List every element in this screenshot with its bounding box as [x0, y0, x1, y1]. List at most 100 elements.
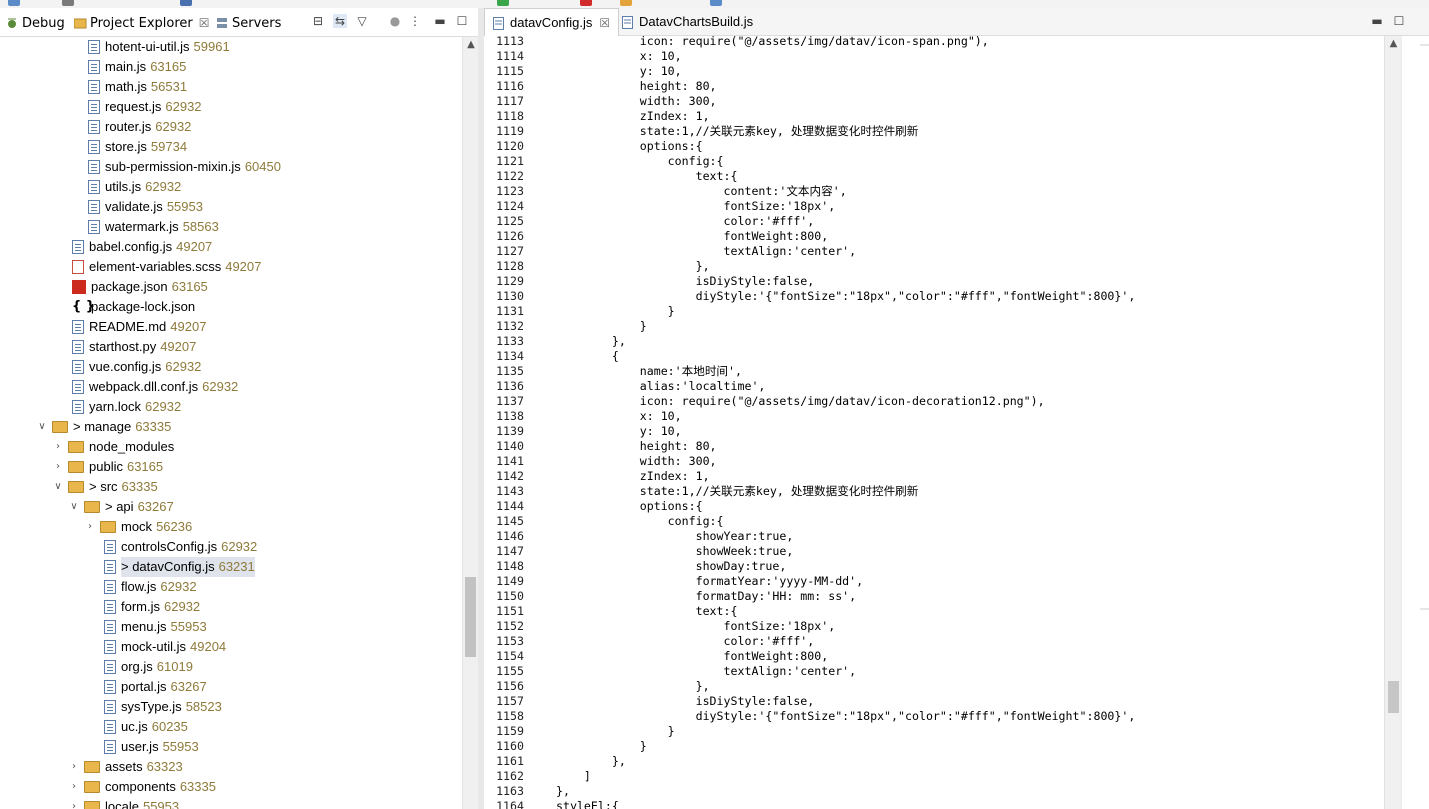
code-line[interactable]: 1129 isDiyStyle:false, — [484, 274, 814, 289]
code-line[interactable]: 1161 }, — [484, 754, 626, 769]
code-line[interactable]: 1128 }, — [484, 259, 709, 274]
code-line[interactable]: 1156 }, — [484, 679, 709, 694]
editor-scrollbar[interactable]: ▲ — [1384, 36, 1401, 809]
tree-item[interactable]: form.js 62932 — [104, 597, 200, 617]
code-line[interactable]: 1146 showYear:true, — [484, 529, 793, 544]
code-line[interactable]: 1117 width: 300, — [484, 94, 716, 109]
collapsed-twistie-icon[interactable]: › — [68, 757, 80, 777]
code-line[interactable]: 1115 y: 10, — [484, 64, 682, 79]
tree-item[interactable]: package.json 63165 — [72, 277, 208, 297]
toolbar-button[interactable] — [62, 0, 74, 6]
scroll-up-icon[interactable]: ▲ — [463, 39, 478, 50]
expanded-twistie-icon[interactable]: ∨ — [36, 417, 48, 437]
code-line[interactable]: 1113 icon: require("@/assets/img/datav/i… — [484, 36, 989, 49]
overview-ruler[interactable] — [1401, 36, 1429, 809]
tab-project-explorer[interactable]: Project Explorer ☒ — [73, 14, 210, 32]
tree-item[interactable]: > datavConfig.js 63231 — [104, 557, 255, 577]
tree-item[interactable]: user.js 55953 — [104, 737, 199, 757]
toolbar-button[interactable] — [8, 0, 20, 6]
tree-item[interactable]: › public 63165 — [52, 457, 163, 477]
code-line[interactable]: 1162 ] — [484, 769, 591, 784]
code-line[interactable]: 1131 } — [484, 304, 675, 319]
toolbar-button[interactable] — [180, 0, 192, 6]
code-line[interactable]: 1139 y: 10, — [484, 424, 682, 439]
tree-item[interactable]: flow.js 62932 — [104, 577, 197, 597]
link-with-editor-icon[interactable]: ⇆ — [333, 14, 347, 28]
code-line[interactable]: 1116 height: 80, — [484, 79, 716, 94]
code-line[interactable]: 1145 config:{ — [484, 514, 723, 529]
expanded-twistie-icon[interactable]: ∨ — [52, 477, 64, 497]
tree-item[interactable]: › node_modules — [52, 437, 174, 457]
close-icon[interactable]: ☒ — [599, 16, 610, 30]
tree-item[interactable]: validate.js 55953 — [88, 197, 203, 217]
code-line[interactable]: 1158 diyStyle:'{"fontSize":"18px","color… — [484, 709, 1135, 724]
code-line[interactable]: 1144 options:{ — [484, 499, 703, 514]
tree-item[interactable]: ∨ > api 63267 — [68, 497, 173, 517]
code-line[interactable]: 1122 text:{ — [484, 169, 737, 184]
tab-datavchartsbuild[interactable]: DatavChartsBuild.js — [614, 8, 761, 35]
collapsed-twistie-icon[interactable]: › — [52, 457, 64, 477]
code-area[interactable]: 1113 icon: require("@/assets/img/datav/i… — [484, 36, 1384, 809]
tree-item[interactable]: store.js 59734 — [88, 137, 187, 157]
tree-item[interactable]: mock-util.js 49204 — [104, 637, 226, 657]
tab-datavconfig[interactable]: datavConfig.js ☒ — [484, 8, 620, 36]
tree-item[interactable]: router.js 62932 — [88, 117, 191, 137]
code-line[interactable]: 1127 textAlign:'center', — [484, 244, 856, 259]
code-line[interactable]: 1132 } — [484, 319, 647, 334]
tree-item[interactable]: webpack.dll.conf.js 62932 — [72, 377, 238, 397]
code-line[interactable]: 1157 isDiyStyle:false, — [484, 694, 814, 709]
code-line[interactable]: 1154 fontWeight:800, — [484, 649, 828, 664]
code-line[interactable]: 1141 width: 300, — [484, 454, 716, 469]
tree-item[interactable]: org.js 61019 — [104, 657, 193, 677]
code-line[interactable]: 1142 zIndex: 1, — [484, 469, 709, 484]
tree-item[interactable]: watermark.js 58563 — [88, 217, 219, 237]
tab-debug[interactable]: Debug — [6, 14, 65, 32]
maximize-icon[interactable]: ☐ — [455, 14, 469, 28]
code-line[interactable]: 1160 } — [484, 739, 647, 754]
minimize-icon[interactable]: ▬ — [433, 14, 447, 28]
code-line[interactable]: 1149 formatYear:'yyyy-MM-dd', — [484, 574, 863, 589]
stop-icon[interactable] — [580, 0, 592, 6]
code-line[interactable]: 1159 } — [484, 724, 675, 739]
tree-item[interactable]: uc.js 60235 — [104, 717, 188, 737]
tree-item[interactable]: › assets 63323 — [68, 757, 183, 777]
code-line[interactable]: 1123 content:'文本内容', — [484, 184, 847, 199]
maximize-icon[interactable]: ☐ — [1392, 14, 1406, 28]
code-line[interactable]: 1147 showWeek:true, — [484, 544, 793, 559]
code-line[interactable]: 1134 { — [484, 349, 619, 364]
expanded-twistie-icon[interactable]: ∨ — [68, 497, 80, 517]
tree-item[interactable]: utils.js 62932 — [88, 177, 181, 197]
code-line[interactable]: 1164 styleEl:{ — [484, 799, 619, 809]
tree-item[interactable]: hotent-ui-util.js 59961 — [88, 37, 230, 57]
tree-item[interactable]: vue.config.js 62932 — [72, 357, 201, 377]
ruler-mark[interactable] — [1420, 44, 1429, 46]
tree-item[interactable]: math.js 56531 — [88, 77, 187, 97]
code-line[interactable]: 1137 icon: require("@/assets/img/datav/i… — [484, 394, 1045, 409]
tree-item[interactable]: sysType.js 58523 — [104, 697, 222, 717]
scroll-thumb[interactable] — [1388, 681, 1399, 713]
tree-item[interactable]: sub-permission-mixin.js 60450 — [88, 157, 281, 177]
scroll-up-icon[interactable]: ▲ — [1385, 38, 1402, 49]
view-menu-icon[interactable]: ⋮ — [408, 14, 422, 28]
collapsed-twistie-icon[interactable]: › — [68, 797, 80, 809]
tree-item[interactable]: › components 63335 — [68, 777, 216, 797]
code-line[interactable]: 1136 alias:'localtime', — [484, 379, 765, 394]
close-icon[interactable]: ☒ — [199, 16, 210, 30]
toolbar-button[interactable] — [710, 0, 722, 6]
collapsed-twistie-icon[interactable]: › — [68, 777, 80, 797]
code-line[interactable]: 1135 name:'本地时间', — [484, 364, 742, 379]
tree-item[interactable]: main.js 63165 — [88, 57, 186, 77]
code-line[interactable]: 1125 color:'#fff', — [484, 214, 814, 229]
code-line[interactable]: 1120 options:{ — [484, 139, 703, 154]
tree-item[interactable]: › mock 56236 — [84, 517, 192, 537]
collapsed-twistie-icon[interactable]: › — [84, 517, 96, 537]
code-line[interactable]: 1121 config:{ — [484, 154, 723, 169]
scroll-thumb[interactable] — [465, 577, 476, 657]
tree-item[interactable]: menu.js 55953 — [104, 617, 207, 637]
tree-item[interactable]: element-variables.scss 49207 — [72, 257, 261, 277]
code-line[interactable]: 1150 formatDay:'HH: mm: ss', — [484, 589, 856, 604]
code-line[interactable]: 1151 text:{ — [484, 604, 737, 619]
tree-item[interactable]: controlsConfig.js 62932 — [104, 537, 257, 557]
ruler-mark[interactable] — [1420, 608, 1429, 610]
tree-item[interactable]: ∨ > src 63335 — [52, 477, 157, 497]
